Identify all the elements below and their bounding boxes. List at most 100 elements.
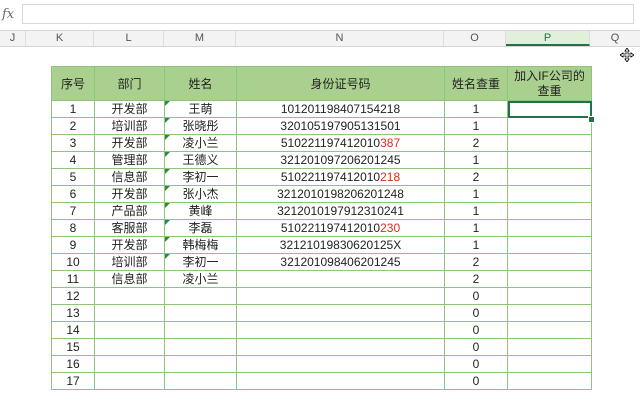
cell-serial[interactable]: 5 [51, 168, 95, 186]
cell-name-dup-count[interactable]: 0 [444, 321, 508, 339]
cell-department[interactable]: 开发部 [94, 100, 165, 118]
column-header-n[interactable]: N [236, 31, 444, 46]
cell-department[interactable]: 培训部 [94, 253, 165, 271]
cell-if-dup-count[interactable] [507, 253, 592, 271]
cell-if-dup-count[interactable] [507, 185, 592, 203]
cell-id-number[interactable]: 321201098406201245 [236, 253, 445, 271]
cell-if-dup-count[interactable] [507, 236, 592, 254]
cell-id-number[interactable] [236, 321, 445, 339]
cell-if-dup-count[interactable] [507, 270, 592, 288]
column-header-o[interactable]: O [444, 31, 506, 46]
header-id-number[interactable]: 身份证号码 [236, 66, 445, 101]
cell-name-dup-count[interactable]: 1 [444, 185, 508, 203]
cell-id-number[interactable] [236, 338, 445, 356]
cell-name[interactable]: 李磊 [164, 219, 237, 237]
cell-name-dup-count[interactable]: 1 [444, 236, 508, 254]
cell-if-dup-count[interactable] [507, 355, 592, 373]
fill-handle[interactable] [588, 116, 595, 123]
cell-id-number[interactable]: 321201097206201245 [236, 151, 445, 169]
cell-serial[interactable]: 8 [51, 219, 95, 237]
cell-department[interactable] [94, 287, 165, 305]
cell-id-number[interactable]: 101201198407154218 [236, 100, 445, 118]
cell-serial[interactable]: 11 [51, 270, 95, 288]
cell-id-number[interactable] [236, 304, 445, 322]
cell-serial[interactable]: 9 [51, 236, 95, 254]
cell-department[interactable]: 开发部 [94, 236, 165, 254]
cell-department[interactable]: 产品部 [94, 202, 165, 220]
cell-if-dup-count[interactable] [507, 338, 592, 356]
cell-serial[interactable]: 17 [51, 372, 95, 390]
cell-if-dup-count[interactable] [507, 117, 592, 135]
cell-serial[interactable]: 2 [51, 117, 95, 135]
formula-input[interactable] [22, 4, 634, 24]
cell-if-dup-count[interactable] [507, 372, 592, 390]
cell-department[interactable]: 开发部 [94, 185, 165, 203]
cell-if-dup-count[interactable] [507, 219, 592, 237]
cell-name-dup-count[interactable]: 2 [444, 270, 508, 288]
cell-name[interactable]: 李初一 [164, 253, 237, 271]
cell-name[interactable] [164, 287, 237, 305]
cell-if-dup-count[interactable] [507, 134, 592, 152]
cell-serial[interactable]: 10 [51, 253, 95, 271]
cell-id-number[interactable]: 320105197905131501 [236, 117, 445, 135]
header-name[interactable]: 姓名 [164, 66, 237, 101]
cell-department[interactable]: 客服部 [94, 219, 165, 237]
cell-name[interactable]: 张晓彤 [164, 117, 237, 135]
cell-name-dup-count[interactable]: 2 [444, 253, 508, 271]
cell-if-dup-count[interactable] [507, 202, 592, 220]
cell-name[interactable] [164, 304, 237, 322]
cell-name-dup-count[interactable]: 1 [444, 202, 508, 220]
cell-serial[interactable]: 6 [51, 185, 95, 203]
cell-id-number[interactable]: 32121019830620125X [236, 236, 445, 254]
cell-serial[interactable]: 14 [51, 321, 95, 339]
cell-name-dup-count[interactable]: 0 [444, 304, 508, 322]
cell-if-dup-count[interactable] [507, 100, 592, 118]
cell-serial[interactable]: 13 [51, 304, 95, 322]
cell-id-number[interactable]: 3212010197912310241 [236, 202, 445, 220]
fx-icon[interactable]: fx [2, 6, 20, 24]
cell-id-number[interactable] [236, 372, 445, 390]
cell-name-dup-count[interactable]: 0 [444, 372, 508, 390]
cell-name[interactable] [164, 321, 237, 339]
cell-department[interactable]: 信息部 [94, 270, 165, 288]
cell-serial[interactable]: 4 [51, 151, 95, 169]
cell-name[interactable]: 张小杰 [164, 185, 237, 203]
cell-name-dup-count[interactable]: 1 [444, 117, 508, 135]
cell-serial[interactable]: 1 [51, 100, 95, 118]
cell-serial[interactable]: 3 [51, 134, 95, 152]
cell-department[interactable] [94, 321, 165, 339]
cell-id-number[interactable]: 510221197412010387 [236, 134, 445, 152]
cell-serial[interactable]: 7 [51, 202, 95, 220]
cell-id-number[interactable] [236, 355, 445, 373]
column-header-j[interactable]: J [0, 31, 26, 46]
column-header-l[interactable]: L [94, 31, 164, 46]
cell-name-dup-count[interactable]: 1 [444, 100, 508, 118]
cell-id-number[interactable]: 510221197412010230 [236, 219, 445, 237]
cell-name-dup-count[interactable]: 1 [444, 151, 508, 169]
cell-name[interactable]: 凌小兰 [164, 134, 237, 152]
header-name-dup-check[interactable]: 姓名查重 [444, 66, 508, 101]
column-header-q[interactable]: Q [590, 31, 640, 46]
cell-id-number[interactable] [236, 270, 445, 288]
cell-if-dup-count[interactable] [507, 321, 592, 339]
cell-if-dup-count[interactable] [507, 304, 592, 322]
cell-name-dup-count[interactable]: 2 [444, 134, 508, 152]
cell-name-dup-count[interactable]: 2 [444, 168, 508, 186]
cell-name[interactable]: 李初一 [164, 168, 237, 186]
cell-name[interactable]: 王德义 [164, 151, 237, 169]
cell-name-dup-count[interactable]: 0 [444, 287, 508, 305]
cell-department[interactable]: 培训部 [94, 117, 165, 135]
cell-name-dup-count[interactable]: 0 [444, 338, 508, 356]
cell-if-dup-count[interactable] [507, 287, 592, 305]
cell-id-number[interactable]: 510221197412010218 [236, 168, 445, 186]
cell-name[interactable]: 韩梅梅 [164, 236, 237, 254]
cell-name[interactable] [164, 355, 237, 373]
cell-name-dup-count[interactable]: 1 [444, 219, 508, 237]
cell-name[interactable]: 黄峰 [164, 202, 237, 220]
column-header-m[interactable]: M [164, 31, 236, 46]
cell-department[interactable]: 管理部 [94, 151, 165, 169]
cell-id-number[interactable] [236, 287, 445, 305]
cell-name[interactable]: 王萌 [164, 100, 237, 118]
column-header-k[interactable]: K [26, 31, 94, 46]
cell-department[interactable] [94, 338, 165, 356]
